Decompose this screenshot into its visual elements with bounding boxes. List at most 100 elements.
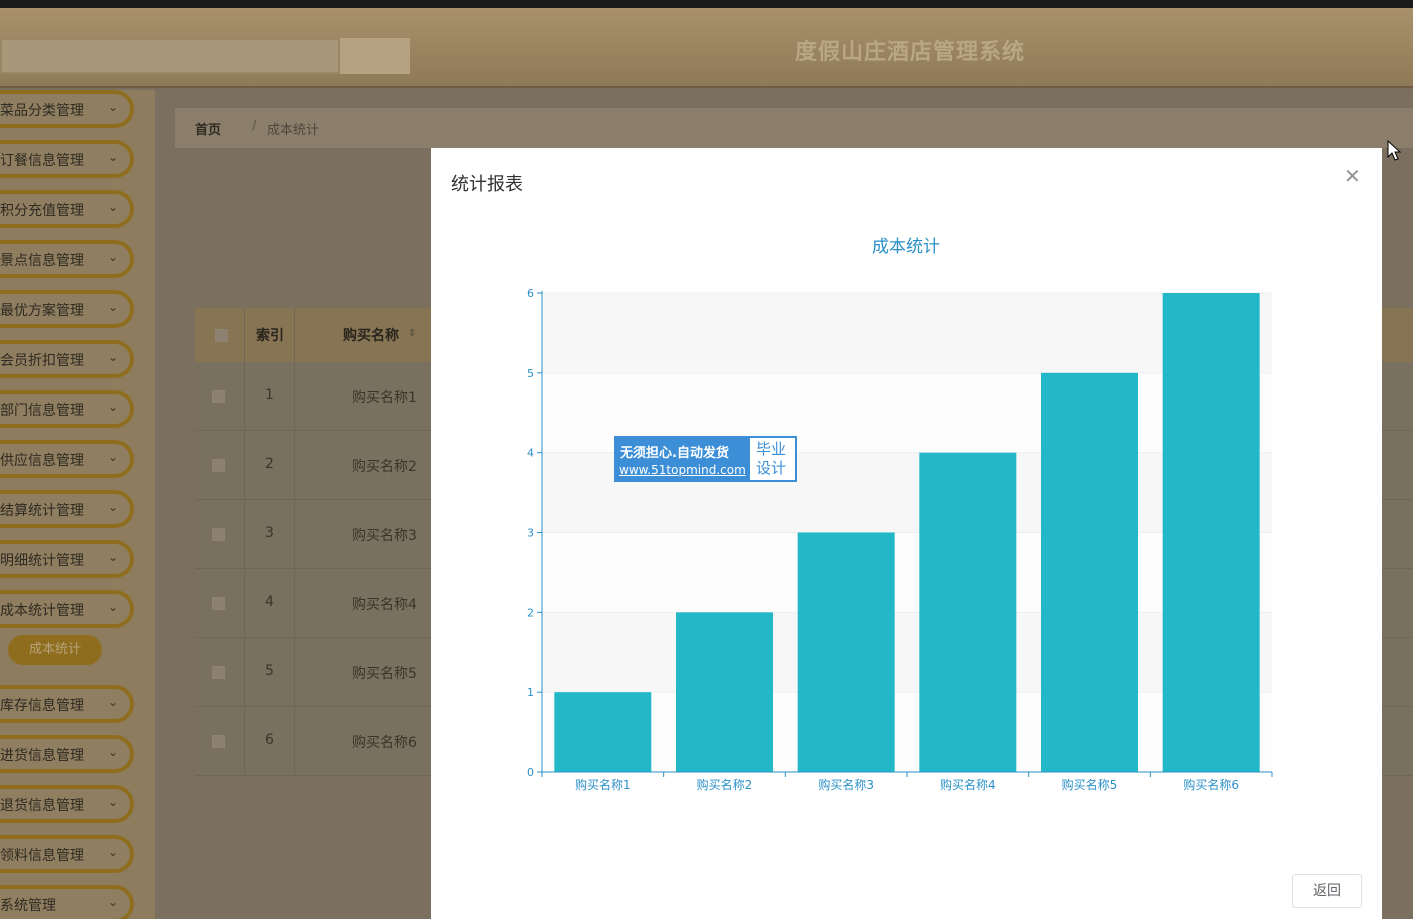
cost-bar-chart: 成本统计 0 1 2 3 4 5 6 购买名称1 购买名称2 购买名称3 购买名称4 购买名称5 购买名称… (527, 237, 1273, 792)
sidebar-item[interactable]: 部门信息管理 ⌄ (0, 390, 134, 428)
sidebar: 成本统计 菜品分类管理 ⌄ 订餐信息管理 ⌄ 积分充值管理 ⌄ 景点信息管理 ⌄ 最优方案管理 ⌄… (0, 90, 155, 919)
sidebar-item[interactable]: 库存信息管理 ⌄ (0, 685, 134, 723)
select-all-checkbox[interactable] (215, 329, 228, 342)
breadcrumb-separator: / (252, 119, 257, 134)
cell-name: 购买名称6 (352, 735, 417, 751)
bar (1162, 293, 1260, 772)
sidebar-item[interactable]: 进货信息管理 ⌄ (0, 735, 134, 773)
grid-band (542, 532, 1272, 613)
chevron-down-icon: ⌄ (107, 450, 118, 464)
chevron-down-icon: ⌄ (107, 150, 118, 164)
chevron-down-icon: ⌄ (107, 250, 118, 264)
bar (554, 692, 652, 772)
x-tick-label: 购买名称6 (1183, 777, 1239, 792)
search-input[interactable] (0, 38, 340, 74)
column-header-name[interactable]: 购买名称 (343, 325, 399, 345)
column-header-index: 索引 (256, 328, 284, 344)
breadcrumb-current: 成本统计 (267, 123, 320, 138)
sidebar-item[interactable]: 成本统计管理 ⌄ (0, 590, 134, 628)
sidebar-item[interactable]: 退货信息管理 ⌄ (0, 785, 134, 823)
chart-title: 成本统计 (872, 237, 940, 257)
cell-name: 购买名称1 (352, 390, 417, 406)
bar (676, 612, 773, 772)
sidebar-item[interactable]: 会员折扣管理 ⌄ (0, 340, 134, 378)
sidebar-item[interactable]: 领料信息管理 ⌄ (0, 835, 134, 873)
sidebar-item[interactable]: 最优方案管理 ⌄ (0, 290, 134, 328)
cell-index: 5 (265, 663, 274, 679)
sidebar-item[interactable]: 订餐信息管理 ⌄ (0, 140, 134, 178)
row-checkbox[interactable] (212, 597, 225, 610)
bar (1041, 372, 1138, 772)
sidebar-item[interactable]: 景点信息管理 ⌄ (0, 240, 134, 278)
row-checkbox[interactable] (212, 459, 225, 472)
sidebar-item[interactable]: 明细统计管理 ⌄ (0, 540, 134, 578)
cell-index: 2 (265, 456, 274, 472)
sidebar-item[interactable]: 供应信息管理 ⌄ (0, 440, 134, 478)
chevron-down-icon: ⌄ (107, 100, 118, 114)
sidebar-item[interactable]: 系统管理 ⌄ (0, 885, 134, 919)
breadcrumb: 首页 / 成本统计 (175, 108, 1413, 148)
sidebar-item-label: 菜品分类管理 (0, 103, 84, 119)
sidebar-item-label: 领料信息管理 (0, 848, 84, 864)
sidebar-item-label: 景点信息管理 (0, 253, 84, 269)
sidebar-item[interactable]: 积分充值管理 ⌄ (0, 190, 134, 228)
search-button[interactable] (340, 38, 410, 74)
app-title: 度假山庄酒店管理系统 (795, 40, 1026, 65)
row-checkbox[interactable] (212, 735, 225, 748)
watermark-left: 无须担心.自动发货 www.51topmind.com (616, 438, 750, 480)
cell-index: 6 (265, 732, 274, 748)
sidebar-item-label: 最优方案管理 (0, 303, 84, 319)
sidebar-subitem-cost-stats[interactable]: 成本统计 (8, 635, 102, 665)
sidebar-item-label: 退货信息管理 (0, 798, 84, 814)
x-tick-label: 购买名称3 (818, 777, 874, 792)
x-tick-label: 购买名称5 (1062, 777, 1118, 792)
y-tick-label: 5 (527, 367, 534, 380)
sidebar-item-label: 明细统计管理 (0, 553, 84, 569)
chevron-down-icon: ⌄ (107, 695, 118, 709)
x-tick-label: 购买名称1 (575, 777, 631, 792)
y-tick-label: 6 (527, 287, 534, 300)
cell-name: 购买名称5 (352, 666, 417, 682)
watermark-side2: 设计 (756, 459, 787, 477)
cell-name: 购买名称2 (352, 459, 417, 475)
x-tick-label: 购买名称4 (940, 777, 996, 792)
chevron-down-icon: ⌄ (107, 400, 118, 414)
bar (797, 532, 895, 772)
chevron-down-icon: ⌄ (107, 745, 118, 759)
sort-icon[interactable]: ⇕ (408, 328, 416, 339)
cell-index: 4 (265, 594, 274, 610)
watermark-line1: 无须担心.自动发货 (620, 446, 729, 461)
y-tick-label: 3 (527, 527, 534, 540)
chevron-down-icon: ⌄ (107, 500, 118, 514)
sidebar-item-label: 订餐信息管理 (0, 153, 84, 169)
row-checkbox[interactable] (212, 390, 225, 403)
y-tick-label: 1 (527, 686, 534, 699)
chevron-down-icon: ⌄ (107, 300, 118, 314)
y-tick-label: 0 (527, 766, 534, 779)
back-button[interactable]: 返回 (1292, 874, 1362, 908)
chevron-down-icon: ⌄ (107, 795, 118, 809)
sidebar-item-label: 供应信息管理 (0, 453, 84, 469)
sidebar-item-label: 会员折扣管理 (0, 353, 84, 369)
grid-band (542, 293, 1272, 373)
grid-band (542, 612, 1272, 693)
watermark-side1: 毕业 (756, 440, 787, 458)
mouse-cursor-icon (1387, 140, 1402, 161)
cell-name: 购买名称3 (352, 528, 417, 544)
sidebar-item-label: 系统管理 (0, 898, 56, 914)
sidebar-item[interactable]: 结算统计管理 ⌄ (0, 490, 134, 528)
chevron-down-icon: ⌄ (107, 350, 118, 364)
grid-band (542, 692, 1272, 772)
watermark-badge: 无须担心.自动发货 www.51topmind.com 毕业 设计 (614, 436, 797, 482)
row-checkbox[interactable] (212, 666, 225, 679)
cell-index: 1 (265, 387, 274, 403)
breadcrumb-home[interactable]: 首页 (195, 119, 221, 138)
chevron-down-icon: ⌄ (107, 600, 118, 614)
watermark-link[interactable]: www.51topmind.com (619, 463, 746, 477)
row-checkbox[interactable] (212, 528, 225, 541)
sidebar-item-label: 成本统计管理 (0, 603, 84, 619)
sidebar-item[interactable]: 菜品分类管理 ⌄ (0, 90, 134, 128)
sidebar-item-label: 库存信息管理 (0, 698, 84, 714)
cell-index: 3 (265, 525, 274, 541)
y-tick-label: 4 (527, 447, 534, 460)
